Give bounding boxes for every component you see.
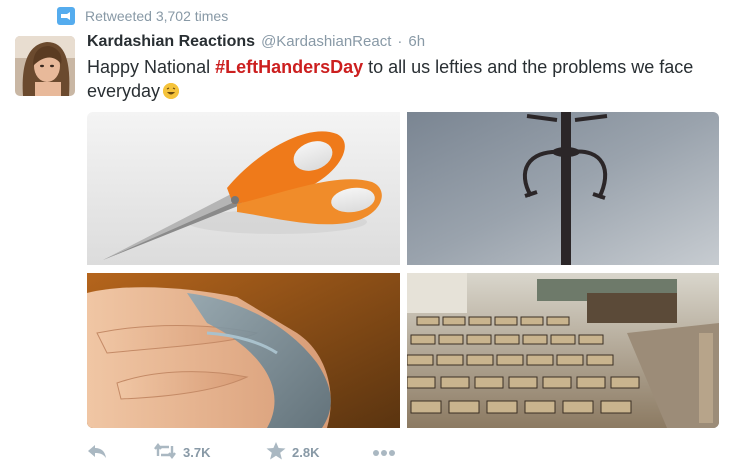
tweet-text: Happy National #LeftHandersDay to all us… — [87, 55, 717, 103]
retweet-context-text: Retweeted 3,702 times — [85, 8, 229, 24]
retweet-button[interactable]: 3.7K — [153, 442, 266, 462]
author-fullname[interactable]: Kardashian Reactions — [87, 33, 255, 51]
retweet-icon — [153, 442, 177, 462]
retweet-context: Retweeted 3,702 times — [57, 7, 228, 25]
star-icon — [266, 441, 286, 463]
retweet-badge-icon — [57, 7, 75, 25]
tweet-header: Kardashian Reactions @KardashianReact · … — [87, 33, 425, 51]
tweet-actions: 3.7K 2.8K — [87, 440, 396, 464]
photo-lecture-hall-desks[interactable] — [407, 273, 719, 428]
photo-scissors[interactable] — [87, 112, 400, 265]
favorite-button[interactable]: 2.8K — [266, 441, 372, 463]
reply-button[interactable] — [87, 443, 153, 462]
laughing-face-emoji-icon — [163, 83, 180, 99]
media-grid — [87, 112, 719, 428]
header-separator: · — [397, 33, 403, 50]
more-button[interactable] — [372, 445, 396, 460]
favorite-count: 2.8K — [292, 444, 320, 460]
photo-smudged-hand[interactable] — [87, 273, 400, 428]
avatar[interactable] — [15, 36, 75, 96]
photo-coat-hooks[interactable] — [407, 112, 719, 265]
author-username[interactable]: @KardashianReact — [261, 33, 391, 50]
retweet-count: 3.7K — [183, 444, 211, 460]
more-icon — [372, 445, 396, 460]
hashtag-link[interactable]: #LeftHandersDay — [215, 57, 363, 77]
reply-icon — [87, 443, 107, 462]
tweet-timestamp[interactable]: 6h — [408, 33, 425, 50]
tweet-text-before: Happy National — [87, 57, 216, 77]
